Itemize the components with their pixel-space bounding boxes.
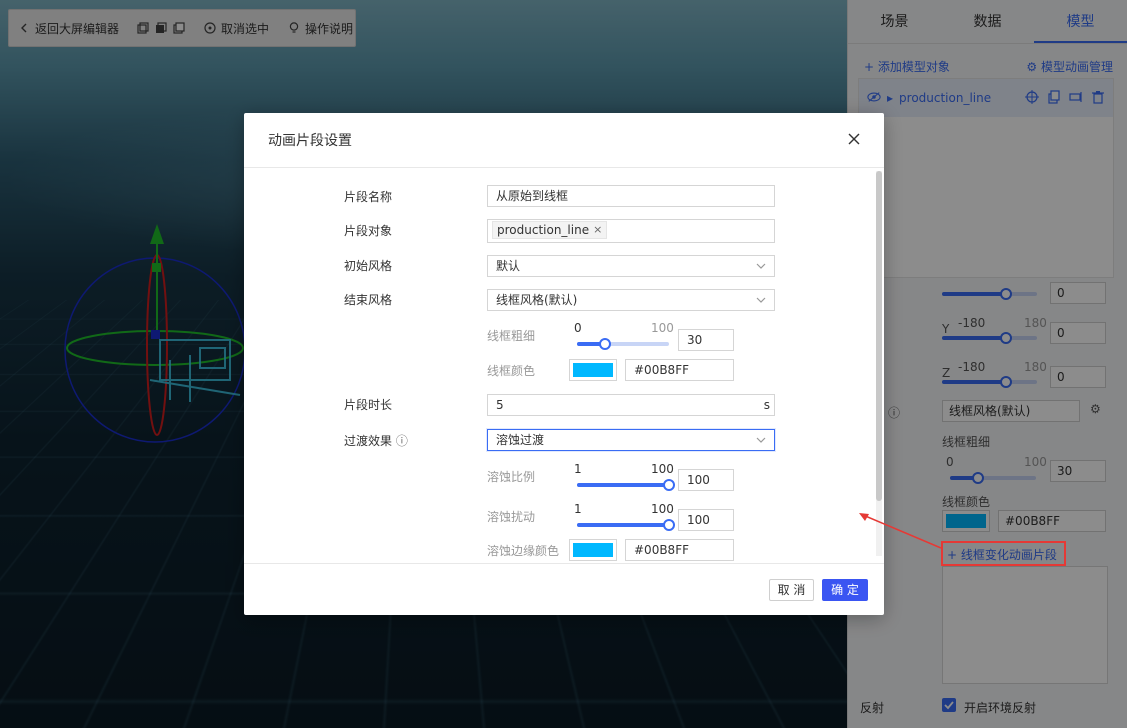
dissolve-disturb-slider[interactable] — [577, 523, 669, 527]
target-tag: production_line × — [492, 221, 607, 239]
dissolve-disturb-input[interactable]: 100 — [678, 509, 734, 531]
wire-color-hex-input[interactable]: #00B8FF — [625, 359, 734, 381]
transition-select[interactable]: 溶蚀过渡 — [487, 429, 775, 451]
target-tag-label: production_line — [497, 220, 589, 240]
duration-unit: s — [764, 395, 770, 415]
transition-label-text: 过渡效果 — [344, 434, 392, 448]
clip-target-select[interactable]: production_line × — [487, 219, 775, 243]
wire-color-swatch[interactable] — [569, 359, 617, 381]
chevron-down-icon — [756, 262, 766, 270]
dialog-body: 片段名称 从原始到线框 片段对象 production_line × 初始风格 … — [244, 168, 884, 563]
dissolve-disturb-label: 溶蚀扰动 — [487, 508, 535, 525]
help-circle-icon[interactable]: ⓘ — [396, 434, 408, 448]
dissolve-edge-color-label: 溶蚀边缘颜色 — [487, 542, 559, 559]
duration-input[interactable]: 5 s — [487, 394, 775, 416]
annotation-highlight-box — [941, 541, 1066, 566]
wire-thickness-input[interactable]: 30 — [678, 329, 734, 351]
annotation-arrow-icon — [855, 506, 945, 552]
dissolve-edge-color-hex-input[interactable]: #00B8FF — [625, 539, 734, 561]
scrollbar-thumb[interactable] — [876, 171, 882, 501]
dissolve-ratio-label: 溶蚀比例 — [487, 468, 535, 485]
dialog-header: 动画片段设置 — [244, 113, 884, 168]
wire-min: 0 — [574, 321, 582, 335]
dissolve-ratio-input[interactable]: 100 — [678, 469, 734, 491]
wire-color-label: 线框颜色 — [487, 362, 535, 379]
dissolve-disturb-min: 1 — [574, 502, 582, 516]
wire-max: 100 — [651, 321, 674, 335]
clip-target-label: 片段对象 — [344, 222, 392, 239]
transition-label: 过渡效果 ⓘ — [344, 432, 408, 449]
dissolve-disturb-max: 100 — [651, 502, 674, 516]
start-style-label: 初始风格 — [344, 257, 392, 274]
wire-thickness-label: 线框粗细 — [487, 327, 535, 344]
transition-value: 溶蚀过渡 — [496, 433, 544, 447]
tag-close-icon[interactable]: × — [593, 220, 602, 240]
dissolve-ratio-slider[interactable] — [577, 483, 669, 487]
start-style-value: 默认 — [496, 259, 520, 273]
dialog-title: 动画片段设置 — [268, 130, 352, 150]
dialog-scrollbar[interactable] — [876, 171, 882, 556]
wire-thickness-slider[interactable] — [577, 342, 669, 346]
chevron-down-icon — [756, 436, 766, 444]
end-style-value: 线框风格(默认) — [496, 293, 577, 307]
dialog-footer: 取 消 确 定 — [244, 563, 884, 615]
close-icon[interactable] — [846, 131, 862, 147]
duration-label: 片段时长 — [344, 396, 392, 413]
end-style-label: 结束风格 — [344, 291, 392, 308]
end-style-select[interactable]: 线框风格(默认) — [487, 289, 775, 311]
dissolve-ratio-max: 100 — [651, 462, 674, 476]
clip-name-input[interactable]: 从原始到线框 — [487, 185, 775, 207]
dissolve-edge-color-swatch[interactable] — [569, 539, 617, 561]
cancel-button[interactable]: 取 消 — [769, 579, 814, 601]
duration-value: 5 — [496, 398, 504, 412]
confirm-button[interactable]: 确 定 — [822, 579, 868, 601]
dissolve-ratio-min: 1 — [574, 462, 582, 476]
animation-clip-dialog: 动画片段设置 片段名称 从原始到线框 片段对象 production_line … — [244, 113, 884, 615]
chevron-down-icon — [756, 296, 766, 304]
start-style-select[interactable]: 默认 — [487, 255, 775, 277]
clip-name-label: 片段名称 — [344, 188, 392, 205]
